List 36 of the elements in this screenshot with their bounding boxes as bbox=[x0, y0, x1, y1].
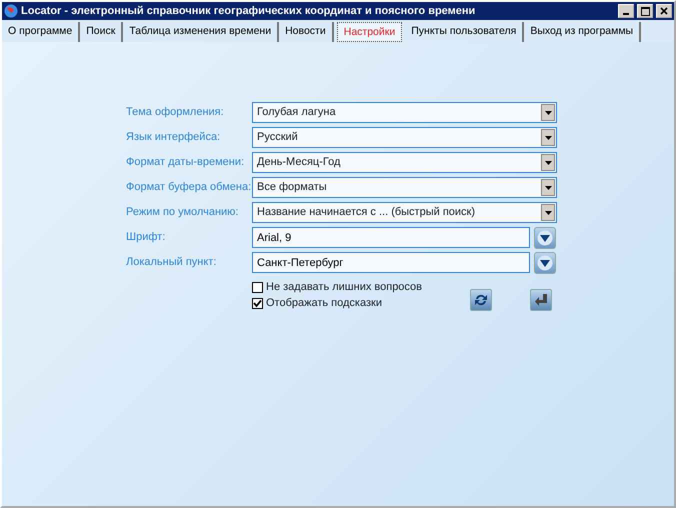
field-label: Шрифт: bbox=[126, 230, 166, 246]
choose-button[interactable] bbox=[534, 226, 556, 248]
input-field[interactable]: Arial, 9 bbox=[252, 227, 530, 248]
refresh-button[interactable] bbox=[470, 289, 492, 311]
dropdown[interactable]: День-Месяц-Год bbox=[252, 152, 557, 173]
close-button[interactable] bbox=[656, 4, 672, 18]
dropdown[interactable]: Голубая лагуна bbox=[252, 102, 557, 123]
checkbox-option[interactable]: Не задавать лишних вопросов bbox=[252, 279, 422, 295]
maximize-button[interactable] bbox=[637, 4, 653, 18]
caret-icon bbox=[541, 179, 555, 196]
caret-icon bbox=[541, 204, 555, 221]
input-field[interactable]: Санкт-Петербург bbox=[252, 252, 530, 273]
maximize-icon bbox=[640, 6, 650, 16]
dropdown[interactable]: Все форматы bbox=[252, 177, 557, 198]
field-label: Язык интерфейса: bbox=[126, 130, 222, 146]
arrow-icon bbox=[533, 292, 549, 308]
minimize-button[interactable] bbox=[618, 4, 634, 18]
field-label: Локальный пункт: bbox=[126, 255, 218, 270]
tab[interactable]: Настройки bbox=[336, 22, 402, 42]
close-icon bbox=[660, 7, 668, 15]
apply-button[interactable] bbox=[530, 289, 552, 311]
field-label: Формат даты-времени: bbox=[126, 155, 246, 170]
choose-button[interactable] bbox=[534, 252, 556, 274]
caret-icon bbox=[541, 104, 555, 121]
dropdown[interactable]: Название начинается с ... (быстрый поиск) bbox=[252, 202, 557, 223]
window-title: Locator - электронный справочник географических координат и поясного времени bbox=[21, 4, 476, 19]
field-label: Тема оформления: bbox=[126, 105, 225, 120]
refresh-icon bbox=[473, 292, 489, 308]
field-label: Формат буфера обмена: bbox=[126, 180, 252, 196]
globe-icon bbox=[4, 4, 18, 18]
check-icon bbox=[253, 298, 262, 308]
caret-icon bbox=[541, 129, 555, 146]
caret-icon bbox=[541, 154, 555, 171]
dropdown[interactable]: Русский bbox=[252, 127, 557, 148]
field-label: Режим по умолчанию: bbox=[126, 205, 240, 220]
checkbox-option[interactable]: Отображать подсказки bbox=[252, 295, 422, 311]
